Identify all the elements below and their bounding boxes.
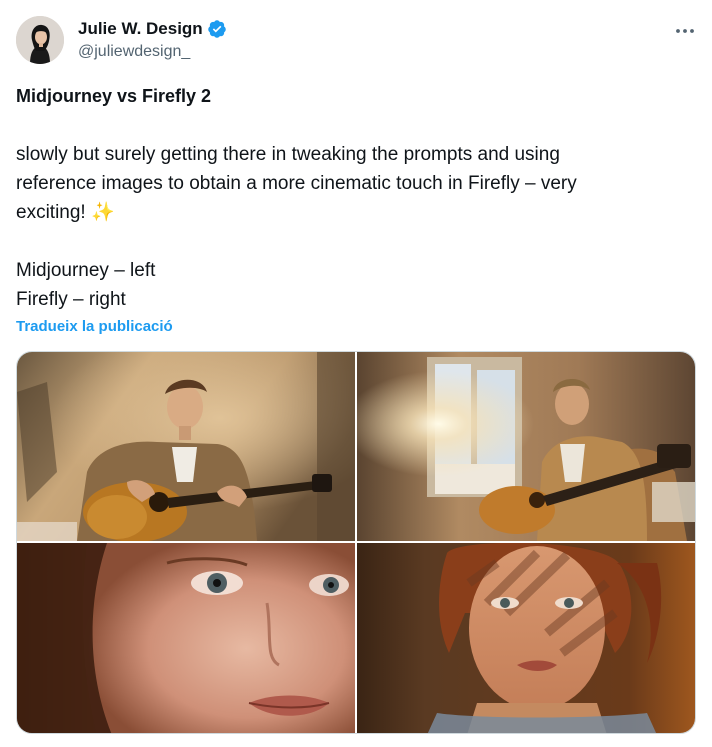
tweet-body-line: exciting! xyxy=(16,202,86,223)
guitar-man-image xyxy=(17,352,355,541)
verified-badge-icon[interactable] xyxy=(207,19,227,39)
tweet-header: Julie W. Design @juliewdesign_ xyxy=(16,16,696,64)
media-image-bottom-right[interactable] xyxy=(357,543,695,733)
more-horizontal-icon[interactable] xyxy=(674,20,696,42)
caption-left: Midjourney – left xyxy=(16,260,156,281)
woman-closeup-image xyxy=(17,543,355,733)
guitar-man-window-image xyxy=(357,352,695,541)
tweet-body-line: reference images to obtain a more cinema… xyxy=(16,173,577,194)
tweet-body-line: slowly but surely getting there in tweak… xyxy=(16,144,560,165)
tweet-body: slowly but surely getting there in tweak… xyxy=(16,140,692,314)
translate-link[interactable]: Tradueix la publicació xyxy=(16,318,173,335)
tweet-body-line-last: exciting! ✨ xyxy=(16,198,692,227)
media-image-bottom-left[interactable] xyxy=(17,543,355,733)
tweet-card: Julie W. Design @juliewdesign_ Midjourne… xyxy=(0,0,712,747)
avatar[interactable] xyxy=(16,16,64,64)
media-image-top-left[interactable] xyxy=(17,352,355,541)
sparkles-emoji: ✨ xyxy=(90,202,115,223)
name-block: Julie W. Design @juliewdesign_ xyxy=(78,18,227,61)
media-image-top-right[interactable] xyxy=(357,352,695,541)
user-handle[interactable]: @juliewdesign_ xyxy=(78,43,227,61)
woman-shadows-image xyxy=(357,543,695,733)
tweet-title: Midjourney vs Firefly 2 xyxy=(16,86,212,106)
display-name[interactable]: Julie W. Design xyxy=(78,19,203,39)
caption-right: Firefly – right xyxy=(16,289,126,310)
display-name-row: Julie W. Design xyxy=(78,18,227,40)
avatar-image xyxy=(16,16,64,64)
media-grid xyxy=(16,351,696,734)
